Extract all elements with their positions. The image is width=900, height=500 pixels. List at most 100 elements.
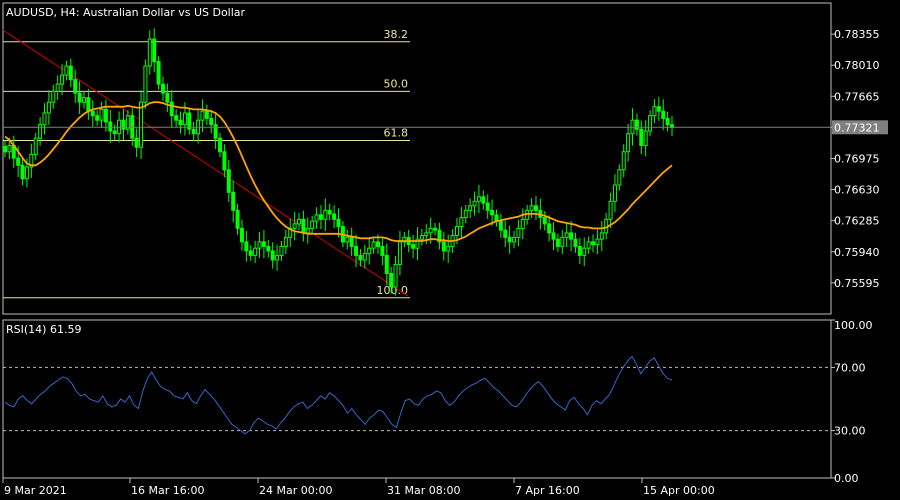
candle-body: [345, 236, 350, 243]
trading-chart[interactable]: 38.250.061.8100.00.783550.780100.776650.…: [0, 0, 900, 500]
candle-body: [160, 83, 165, 94]
candle-body: [73, 79, 78, 94]
candle-body: [617, 169, 622, 186]
candle-body: [261, 241, 266, 247]
candle-body: [16, 157, 21, 166]
candle-body: [301, 218, 306, 234]
candle-body: [591, 241, 596, 246]
candle-body: [446, 245, 451, 252]
candle-body: [520, 218, 525, 229]
candle-body: [253, 247, 258, 256]
candle-body: [46, 101, 51, 114]
candle-body: [529, 205, 534, 211]
fib-level-label: 61.8: [384, 126, 409, 139]
candle-body: [573, 238, 578, 247]
candle-body: [393, 263, 398, 288]
candle-body: [55, 83, 60, 92]
candle-body: [608, 200, 613, 220]
candle-body: [81, 97, 86, 103]
candle-body: [297, 218, 302, 225]
candle-body: [314, 214, 319, 222]
price-tick-label: 0.78010: [834, 59, 880, 72]
time-tick-label: 9 Mar 2021: [4, 484, 67, 497]
candle-body: [626, 133, 631, 153]
candle-body: [643, 130, 648, 146]
price-tick-label: 0.75940: [834, 246, 880, 259]
candle-body: [275, 254, 280, 261]
candle-body: [463, 209, 468, 219]
candle-body: [468, 205, 473, 211]
candle-body: [349, 236, 354, 247]
candle-body: [490, 209, 495, 216]
candle-body: [239, 227, 244, 243]
candle-body: [424, 232, 429, 237]
candle-body: [533, 205, 538, 211]
candle-body: [411, 244, 416, 249]
candle-body: [354, 245, 359, 256]
candle-body: [42, 112, 47, 126]
candle-body: [134, 137, 139, 148]
candle-body: [90, 110, 95, 117]
candle-body: [257, 241, 262, 249]
candle-body: [560, 236, 565, 247]
time-tick-label: 7 Apr 16:00: [515, 484, 580, 497]
rsi-title: RSI(14) 61.59: [6, 323, 81, 336]
rsi-line: [4, 355, 673, 435]
candle-body: [64, 65, 69, 76]
price-tick-label: 0.78355: [834, 28, 880, 41]
candle-body: [270, 250, 275, 261]
candle-body: [419, 235, 424, 240]
candle-body: [222, 151, 227, 171]
candle-body: [577, 245, 582, 256]
candle-body: [551, 232, 556, 240]
candle-body: [648, 115, 653, 132]
price-tick-label: 0.76285: [834, 215, 880, 228]
candle-body: [213, 124, 218, 139]
candle-body: [244, 241, 249, 252]
candle-body: [33, 137, 38, 155]
candle-body: [235, 209, 240, 229]
candle-body: [547, 223, 552, 234]
candle-body: [108, 121, 113, 132]
candle-body: [397, 241, 402, 265]
candle-body: [182, 112, 187, 126]
rsi-tick-label: 30.00: [834, 425, 866, 438]
fib-level-label: 50.0: [384, 77, 409, 90]
time-tick-label: 16 Mar 16:00: [131, 484, 204, 497]
candle-body: [112, 130, 117, 135]
trendline: [2, 29, 409, 297]
candle-body: [169, 101, 174, 117]
time-tick-label: 31 Mar 08:00: [387, 484, 460, 497]
candle-body: [327, 209, 332, 215]
candle-body: [586, 241, 591, 249]
candle-body: [569, 232, 574, 240]
candle-body: [77, 92, 82, 103]
candle-body: [178, 119, 183, 126]
candle-body: [542, 217, 547, 225]
candle-body: [68, 65, 73, 81]
candle-body: [143, 65, 148, 103]
candle-body: [358, 254, 363, 261]
candle-body: [60, 74, 65, 85]
candle-body: [218, 137, 223, 153]
candle-body: [472, 200, 477, 207]
candle-body: [612, 184, 617, 202]
candle-body: [95, 115, 100, 121]
candle-body: [231, 191, 236, 211]
candle-body: [639, 128, 644, 146]
candle-body: [336, 218, 341, 228]
price-tick-label: 0.76630: [834, 184, 880, 197]
candle-body: [187, 112, 192, 130]
rsi-tick-label: 0.00: [834, 472, 859, 485]
candle-body: [200, 110, 205, 121]
candle-body: [454, 226, 459, 237]
candle-body: [564, 232, 569, 238]
candle-body: [503, 229, 508, 238]
candle-body: [481, 196, 486, 204]
candle-body: [507, 236, 512, 243]
candle-body: [485, 202, 490, 211]
candle-body: [555, 238, 560, 247]
candle-body: [86, 97, 91, 112]
candle-body: [165, 92, 170, 103]
candle-body: [318, 214, 323, 220]
